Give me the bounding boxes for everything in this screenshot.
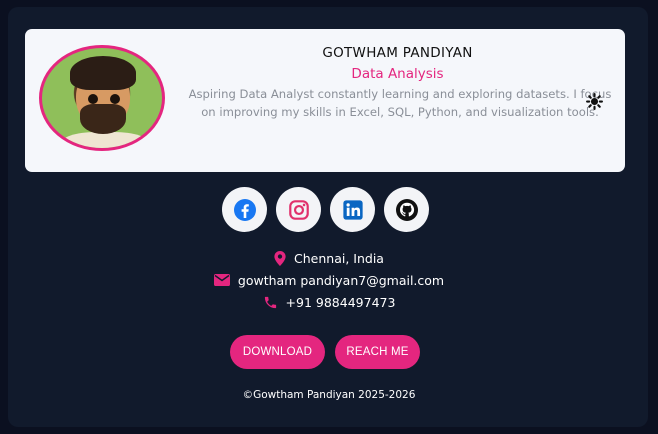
contact-phone: +91 9884497473 [0, 293, 658, 311]
avatar-beard [80, 104, 126, 134]
avatar [39, 45, 165, 151]
social-links [222, 187, 429, 232]
sun-icon [585, 92, 603, 110]
profile-bio: Aspiring Data Analyst constantly learnin… [188, 87, 612, 119]
reach-me-button[interactable]: REACH ME [335, 335, 420, 369]
github-icon [395, 198, 418, 221]
avatar-shirt [60, 132, 150, 148]
profile-name: GOTWHAM PANDIYAN [322, 45, 473, 61]
map-pin-icon [274, 250, 286, 266]
footer-copyright: ©Gowtham Pandiyan 2025-2026 [242, 389, 416, 401]
avatar-eye-left [88, 94, 98, 104]
linkedin-link[interactable] [330, 187, 375, 232]
phone-icon [264, 296, 276, 308]
avatar-eye-right [110, 94, 120, 104]
download-button[interactable]: DOWNLOAD [230, 335, 325, 369]
facebook-icon [233, 198, 256, 221]
instagram-link[interactable] [276, 187, 321, 232]
avatar-hair [70, 56, 136, 90]
email-text[interactable]: gowtham pandiyan7@gmail.com [238, 273, 444, 288]
github-link[interactable] [384, 187, 429, 232]
linkedin-icon [342, 199, 363, 220]
profile-card: GOTWHAM PANDIYAN Data Analysis Aspiring … [25, 29, 625, 172]
phone-text: +91 9884497473 [285, 294, 396, 310]
profile-role: Data Analysis [351, 66, 444, 82]
contact-location: Chennai, India [0, 249, 658, 267]
contact-email: gowtham pandiyan7@gmail.com [0, 271, 658, 289]
instagram-icon [288, 199, 309, 220]
envelope-icon [213, 274, 230, 286]
location-text: Chennai, India [294, 250, 384, 266]
facebook-link[interactable] [222, 187, 267, 232]
theme-toggle-button[interactable] [584, 91, 604, 111]
